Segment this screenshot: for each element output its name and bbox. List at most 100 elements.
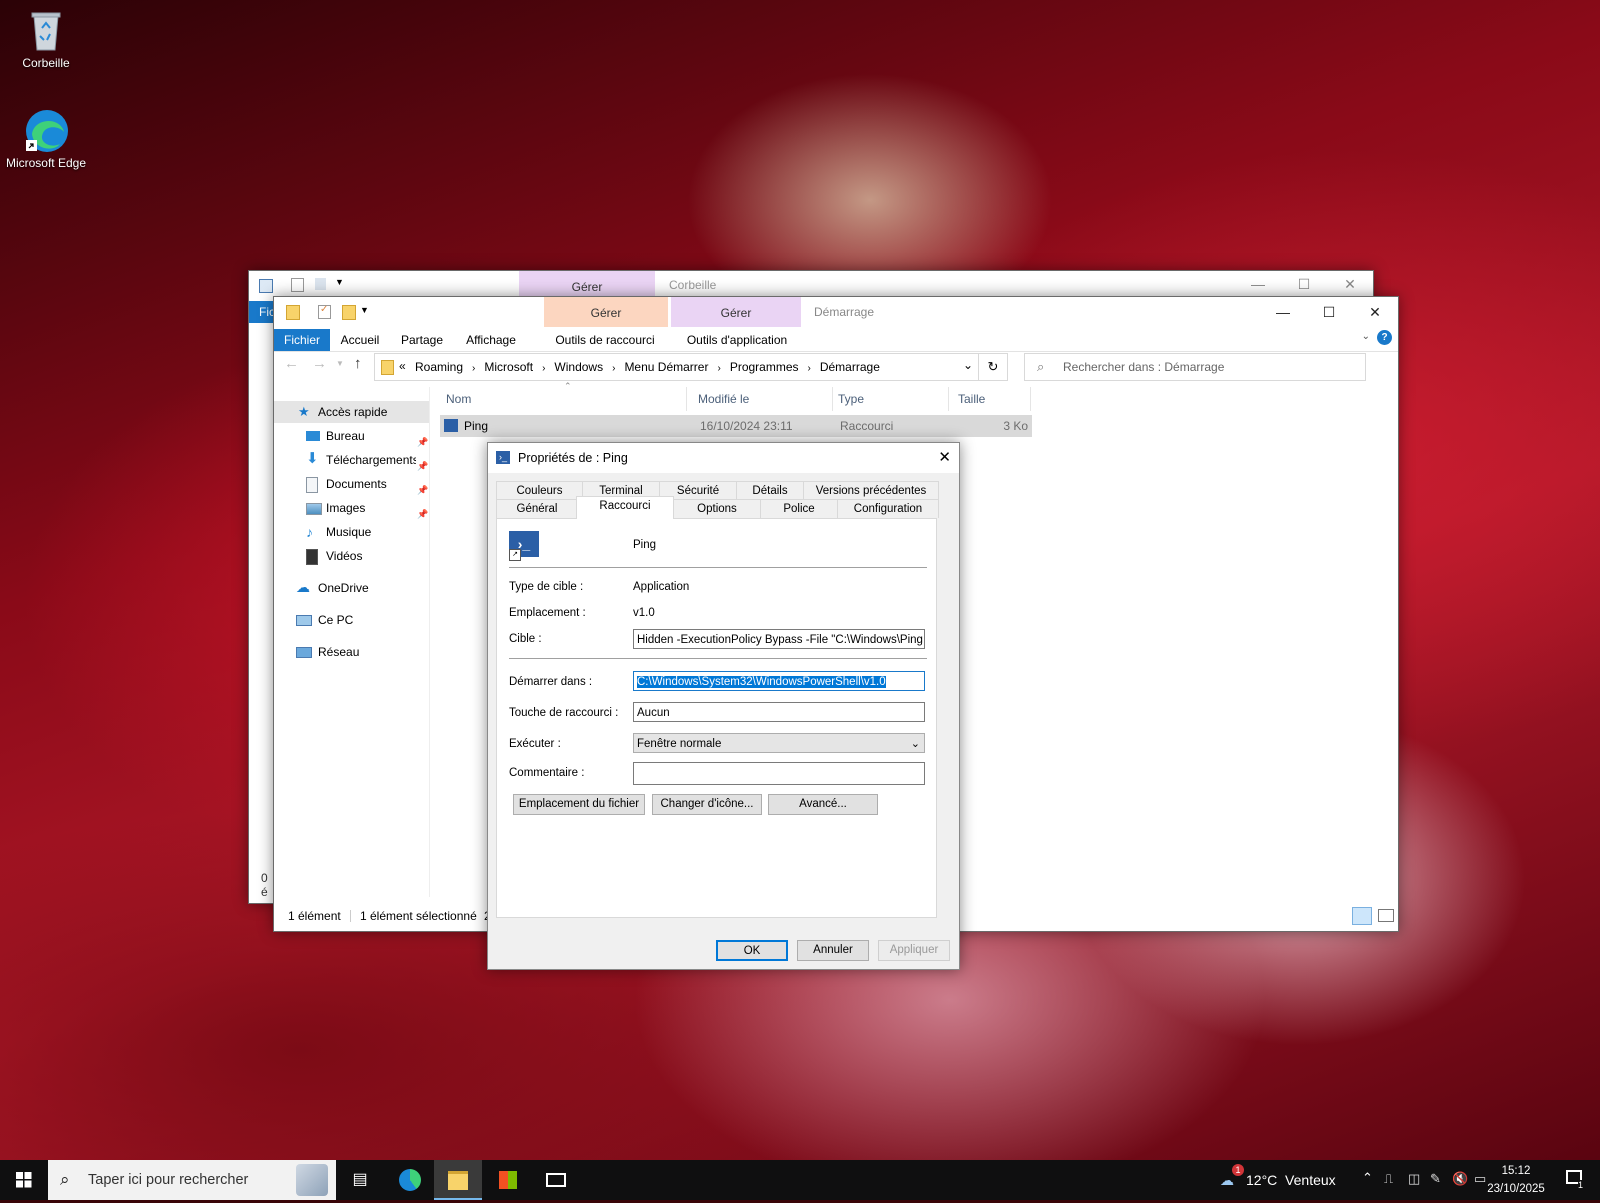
nav-downloads[interactable]: ⬇ Téléchargements 📌 xyxy=(274,449,429,471)
nav-desktop[interactable]: Bureau 📌 xyxy=(274,425,429,447)
address-bar[interactable]: « Roaming › Microsoft › Windows › Menu Démarre… xyxy=(374,353,1008,381)
action-center-button[interactable]: 1 xyxy=(1556,1160,1596,1200)
ribbon-expand-icon[interactable]: ⌄ xyxy=(1362,331,1370,342)
maximize-button[interactable]: ☐ xyxy=(1306,299,1352,325)
tab-options[interactable]: Options xyxy=(673,499,761,518)
title-bar[interactable]: ✓ ▼ Gérer Gérer Démarrage — ☐ ✕ xyxy=(274,297,1398,327)
tab-configuration[interactable]: Configuration xyxy=(837,499,939,518)
hotkey-field[interactable]: Aucun xyxy=(633,702,925,722)
qat-dropdown-icon[interactable]: ▼ xyxy=(335,277,344,287)
tab-app-tools[interactable]: Outils d'application xyxy=(672,329,802,351)
tab-shortcut[interactable]: Raccourci xyxy=(576,496,674,519)
help-icon[interactable]: ? xyxy=(1377,330,1392,345)
forward-button[interactable]: → xyxy=(312,355,327,372)
table-row[interactable]: Ping 16/10/2024 23:11 Raccourci 3 Ko xyxy=(440,415,1032,437)
taskbar-search-box[interactable]: ⌕ Taper ici pour rechercher xyxy=(48,1160,336,1200)
tab-view[interactable]: Affichage xyxy=(456,329,526,351)
edge-icon xyxy=(24,108,68,152)
pen-icon[interactable]: ✎ xyxy=(1430,1171,1441,1187)
nav-quick-access[interactable]: ★ Accès rapide xyxy=(274,401,429,423)
nav-this-pc[interactable]: Ce PC xyxy=(274,609,429,631)
tab-file[interactable]: Fichier xyxy=(274,329,330,351)
large-icons-view-button[interactable] xyxy=(1378,909,1394,922)
open-file-location-button[interactable]: Emplacement du fichier xyxy=(513,794,645,815)
qat-newfolder-icon[interactable] xyxy=(315,278,326,290)
task-view-button[interactable]: ▤ xyxy=(336,1160,384,1200)
search-icon: ⌕ xyxy=(60,1170,70,1189)
weather-badge: 1 xyxy=(1232,1164,1244,1176)
target-field[interactable]: Hidden -ExecutionPolicy Bypass -File "C:… xyxy=(633,629,925,649)
volume-muted-icon[interactable]: 🔇 xyxy=(1452,1171,1468,1187)
minimize-button[interactable]: — xyxy=(1260,299,1306,325)
nav-documents[interactable]: Documents 📌 xyxy=(274,473,429,495)
breadcrumb-item[interactable]: Roaming xyxy=(415,360,463,374)
up-button[interactable]: ↑ xyxy=(354,355,362,372)
nav-music[interactable]: ♪ Musique xyxy=(274,521,429,543)
weather-widget[interactable]: ☁ 1 12°C Venteux xyxy=(1212,1160,1340,1200)
close-button[interactable]: ✕ xyxy=(1327,271,1373,297)
context-tab-manage-app[interactable]: Gérer xyxy=(671,297,801,327)
tab-details[interactable]: Détails xyxy=(736,481,804,500)
breadcrumb-item[interactable]: Programmes xyxy=(730,360,799,374)
comment-field[interactable] xyxy=(633,762,925,785)
refresh-button[interactable]: ↻ xyxy=(978,354,1007,380)
cancel-button[interactable]: Annuler xyxy=(797,940,869,961)
qat-properties-icon[interactable] xyxy=(291,278,304,292)
network-icon[interactable]: ⎍ xyxy=(1384,1171,1393,1187)
tab-general[interactable]: Général xyxy=(496,499,578,518)
column-header-name[interactable]: Nom xyxy=(446,387,687,411)
taskbar-mail-app[interactable] xyxy=(532,1160,580,1200)
change-icon-button[interactable]: Changer d'icône... xyxy=(652,794,762,815)
advanced-button[interactable]: Avancé... xyxy=(768,794,878,815)
location-label: Emplacement : xyxy=(509,607,586,619)
close-icon[interactable]: ✕ xyxy=(938,448,951,466)
qat-dropdown-icon[interactable]: ▼ xyxy=(360,305,369,315)
nav-videos[interactable]: Vidéos xyxy=(274,545,429,567)
details-view-button[interactable] xyxy=(1352,907,1372,925)
nav-onedrive[interactable]: ☁ OneDrive xyxy=(274,577,429,599)
properties-dialog[interactable]: ›_ Propriétés de : Ping ✕ Couleurs Termi… xyxy=(487,442,960,970)
tab-previous-versions[interactable]: Versions précédentes xyxy=(803,481,939,500)
taskbar-edge-app[interactable] xyxy=(386,1160,434,1200)
tab-font[interactable]: Police xyxy=(760,499,838,518)
column-header-modified[interactable]: Modifié le xyxy=(698,387,833,411)
address-dropdown-icon[interactable]: ⌄ xyxy=(963,358,973,372)
search-box[interactable]: ⌕ Rechercher dans : Démarrage xyxy=(1024,353,1366,381)
recent-dropdown-icon[interactable]: ▼ xyxy=(336,359,344,368)
nav-network[interactable]: Réseau xyxy=(274,641,429,663)
qat-properties-icon[interactable]: ✓ xyxy=(318,304,331,319)
desktop-icon-recycle-bin[interactable]: Corbeille xyxy=(0,8,92,70)
start-in-field[interactable]: C:\Windows\System32\WindowsPowerShell\v1… xyxy=(633,671,925,691)
dialog-title-bar[interactable]: ›_ Propriétés de : Ping ✕ xyxy=(488,443,959,473)
tab-shortcut-tools[interactable]: Outils de raccourci xyxy=(540,329,670,351)
tab-home[interactable]: Accueil xyxy=(332,329,388,351)
clock[interactable]: 15:12 23/10/2025 xyxy=(1484,1162,1548,1198)
close-button[interactable]: ✕ xyxy=(1352,299,1398,325)
back-button[interactable]: ← xyxy=(284,355,299,372)
taskbar-explorer-app[interactable] xyxy=(434,1160,482,1200)
ok-button[interactable]: OK xyxy=(716,940,788,961)
title-bar[interactable]: ▼ Gérer Corbeille — ☐ ✕ xyxy=(249,271,1373,301)
desktop-icon-edge[interactable]: Microsoft Edge xyxy=(0,108,92,170)
meet-now-icon[interactable]: ◫ xyxy=(1408,1171,1420,1187)
breadcrumb-item[interactable]: Windows xyxy=(554,360,603,374)
breadcrumb-overflow[interactable]: « xyxy=(399,359,406,373)
apply-button[interactable]: Appliquer xyxy=(878,940,950,961)
tab-colors[interactable]: Couleurs xyxy=(496,481,583,500)
column-header-type[interactable]: Type xyxy=(838,387,949,411)
column-header-size[interactable]: Taille xyxy=(958,387,1031,411)
run-select[interactable]: Fenêtre normale ⌄ xyxy=(633,733,925,753)
qat-newfolder-icon[interactable] xyxy=(342,305,356,320)
breadcrumb-item[interactable]: Menu Démarrer xyxy=(624,360,708,374)
maximize-button[interactable]: ☐ xyxy=(1281,271,1327,297)
nav-images[interactable]: Images 📌 xyxy=(274,497,429,519)
breadcrumb-item[interactable]: Microsoft xyxy=(484,360,533,374)
breadcrumb-item[interactable]: Démarrage xyxy=(820,360,880,374)
tray-overflow-icon[interactable]: ⌃ xyxy=(1362,1170,1373,1186)
minimize-button[interactable]: — xyxy=(1235,271,1281,297)
start-button[interactable] xyxy=(0,1160,48,1200)
context-tab-manage-shortcut[interactable]: Gérer xyxy=(544,297,668,327)
taskbar-store-app[interactable] xyxy=(484,1160,532,1200)
tab-share[interactable]: Partage xyxy=(394,329,450,351)
folder-icon xyxy=(286,305,300,320)
